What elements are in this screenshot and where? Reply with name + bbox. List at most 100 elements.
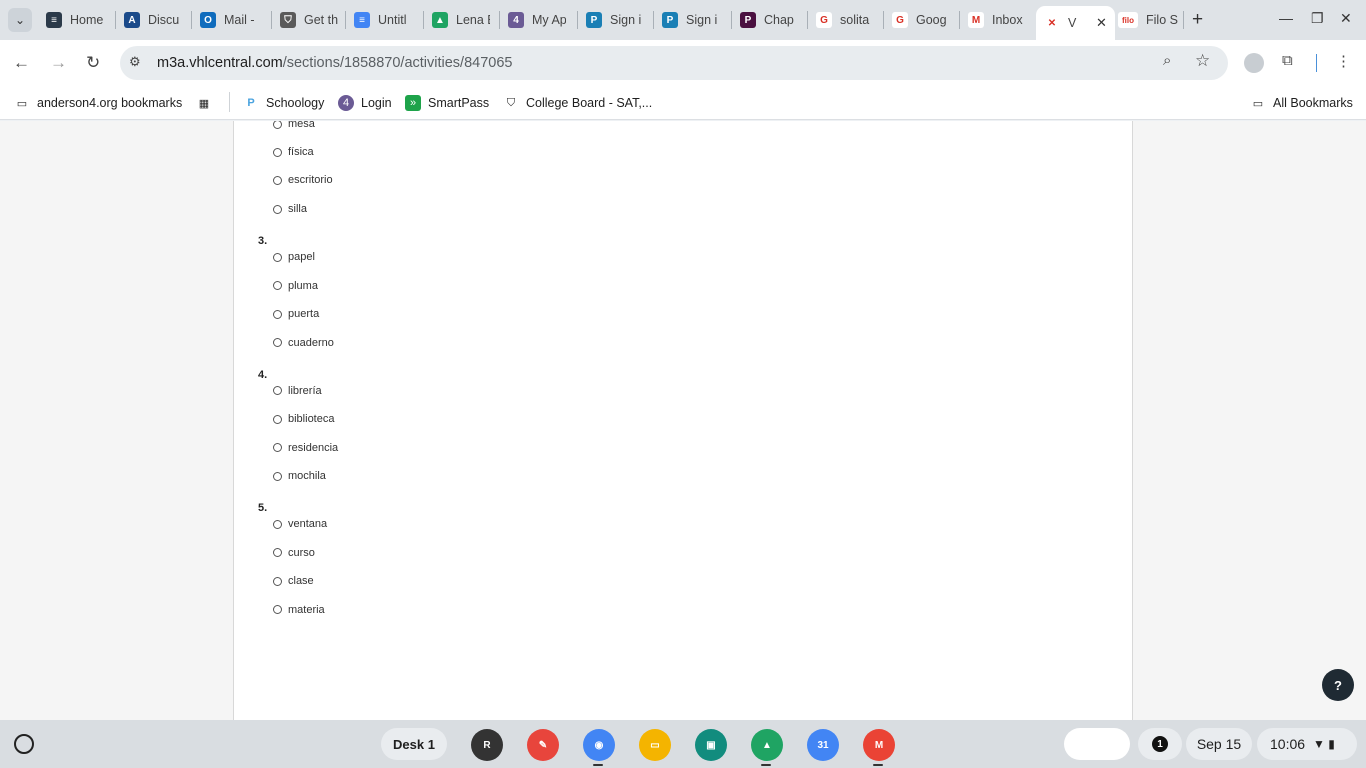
restore-icon[interactable]: ❐ xyxy=(1311,10,1324,27)
radio-button[interactable] xyxy=(273,414,282,424)
radio-button[interactable] xyxy=(273,175,282,185)
radio-button[interactable] xyxy=(273,204,282,214)
tab-3[interactable]: ⛉ Get th xyxy=(280,6,338,34)
tab-2[interactable]: O Mail - xyxy=(200,6,258,34)
notification-button[interactable]: 1 xyxy=(1138,728,1182,760)
zoom-icon[interactable]: ⌕ xyxy=(1163,52,1171,69)
chrome-icon[interactable]: ◉ xyxy=(583,729,615,761)
radio-button[interactable] xyxy=(273,576,282,586)
paint-app-icon[interactable]: ✎ xyxy=(527,729,559,761)
reload-icon[interactable]: ↻ xyxy=(86,53,100,73)
tab-title: Get th xyxy=(304,13,338,27)
tab-title: Discu xyxy=(148,13,180,27)
site-settings-icon[interactable]: ⚙ xyxy=(129,54,141,70)
answer-option[interactable]: biblioteca xyxy=(273,413,334,425)
option-label: materia xyxy=(288,603,325,616)
tab-8[interactable]: P Sign i xyxy=(662,6,720,34)
date-display[interactable]: Sep 15 xyxy=(1186,728,1252,760)
tab-4[interactable]: ≡ Untitl xyxy=(354,6,412,34)
minimize-icon[interactable]: — xyxy=(1279,10,1293,26)
tab-0[interactable]: ≡ Home xyxy=(46,6,104,34)
bookmark-schoology[interactable]: P Schoology xyxy=(243,93,324,113)
new-tab-button[interactable]: + xyxy=(1192,9,1203,31)
bookmarks-bar: ▭ anderson4.org bookmarks ▦ P Schoology 4L… xyxy=(0,86,1366,120)
address-bar[interactable]: ⚙ m3a.vhlcentral.com/sections/1858870/ac… xyxy=(120,46,1228,80)
option-label: biblioteca xyxy=(288,413,335,425)
radio-button[interactable] xyxy=(273,443,282,452)
radio-button[interactable] xyxy=(273,338,282,347)
bookmark-login[interactable]: 4 Login xyxy=(338,93,392,113)
tab-search-button[interactable]: ⌄ xyxy=(8,8,32,32)
tab-14[interactable]: filo Filo S xyxy=(1118,6,1180,34)
answer-option[interactable]: papel xyxy=(273,251,315,263)
apps-grid-button[interactable]: ▦ xyxy=(196,93,219,113)
radio-button[interactable] xyxy=(273,281,282,290)
bookmark-star-icon[interactable]: ☆ xyxy=(1195,51,1210,71)
tab-12[interactable]: M Inbox xyxy=(968,6,1026,34)
filo-icon: filo xyxy=(1118,12,1138,28)
answer-option[interactable]: mesa xyxy=(273,121,315,130)
tab-11[interactable]: G Goog xyxy=(892,6,950,34)
radio-button[interactable] xyxy=(273,548,282,557)
gmail-icon: M xyxy=(968,12,984,28)
answer-option[interactable]: física xyxy=(273,146,314,158)
launcher-icon[interactable] xyxy=(14,734,34,754)
classroom-icon[interactable]: ▣ xyxy=(695,729,727,761)
bookmark-anderson4[interactable]: ▭ anderson4.org bookmarks xyxy=(14,93,182,113)
close-window-icon[interactable]: ✕ xyxy=(1340,10,1352,27)
question-number: 4. xyxy=(258,368,268,381)
radio-button[interactable] xyxy=(273,519,282,529)
answer-option[interactable]: ventana xyxy=(273,518,327,530)
all-bookmarks-button[interactable]: ▭ All Bookmarks xyxy=(1250,93,1353,113)
radio-button[interactable] xyxy=(273,121,282,129)
stylus-tools[interactable] xyxy=(1064,728,1130,760)
radio-button[interactable] xyxy=(273,386,282,395)
tab-9[interactable]: P Chap xyxy=(740,6,798,34)
tab-10[interactable]: Gsolita xyxy=(816,6,874,34)
r-app-icon[interactable]: R xyxy=(471,729,503,761)
tab-5[interactable]: ▲ Lena E xyxy=(432,6,490,34)
slides-icon[interactable]: ▭ xyxy=(639,729,671,761)
radio-button[interactable] xyxy=(273,309,282,319)
answer-option[interactable]: pluma xyxy=(273,280,318,292)
back-icon[interactable]: ← xyxy=(13,53,30,73)
answer-option[interactable]: cuaderno xyxy=(273,337,334,349)
radio-button[interactable] xyxy=(273,252,282,262)
desk-button[interactable]: Desk 1 xyxy=(381,728,447,760)
tab-7[interactable]: P Sign i xyxy=(586,6,644,34)
calendar-icon[interactable]: 31 xyxy=(807,729,839,761)
extensions-icon[interactable]: ⧉ xyxy=(1282,52,1293,69)
radio-button[interactable] xyxy=(273,471,282,481)
tab-1[interactable]: A Discu xyxy=(124,6,182,34)
help-button[interactable]: ? xyxy=(1322,669,1354,701)
tab-strip: ⌄ ≡ Home A Discu O Mail - ⛉ Get th ≡ Untitl ▲ Lena … xyxy=(0,0,1366,40)
answer-option[interactable]: curso xyxy=(273,547,315,559)
extension-avatar-icon[interactable] xyxy=(1244,53,1264,73)
radio-button[interactable] xyxy=(273,605,282,614)
bookmark-smartpass[interactable]: » SmartPass xyxy=(405,93,489,113)
answer-option[interactable]: puerta xyxy=(273,308,319,320)
answer-option[interactable]: clase xyxy=(273,575,314,587)
option-label: cuaderno xyxy=(288,336,334,349)
schoology-icon: P xyxy=(247,97,255,109)
menu-icon[interactable]: ⋮ xyxy=(1336,52,1351,70)
gmail-icon[interactable]: M xyxy=(863,729,895,761)
forward-icon[interactable]: → xyxy=(50,53,67,73)
bookmark-label: Schoology xyxy=(266,96,325,110)
status-area[interactable]: 10:06 ▼ ▮ xyxy=(1257,728,1357,760)
page-content[interactable]: mesa física escritorio silla 3. papel pluma pue… xyxy=(0,121,1366,720)
answer-option[interactable]: silla xyxy=(273,203,307,215)
answer-option[interactable]: mochila xyxy=(273,470,326,482)
drive-icon[interactable]: ▲ xyxy=(751,729,783,761)
answer-option[interactable]: residencia xyxy=(273,442,338,454)
tab-13[interactable]: ✕ V ✕ xyxy=(1036,6,1115,40)
url-text[interactable]: m3a.vhlcentral.com/sections/1858870/acti… xyxy=(157,55,512,71)
close-tab-icon[interactable]: ✕ xyxy=(1096,15,1107,31)
answer-option[interactable]: materia xyxy=(273,604,325,616)
bookmark-college-board[interactable]: ⛉ College Board - SAT,... xyxy=(503,93,652,113)
answer-option[interactable]: librería xyxy=(273,385,322,397)
answer-option[interactable]: escritorio xyxy=(273,174,333,186)
radio-button[interactable] xyxy=(273,147,282,157)
tab-6[interactable]: 4 My Ap xyxy=(508,6,566,34)
tab-title: Filo S xyxy=(1146,13,1178,27)
